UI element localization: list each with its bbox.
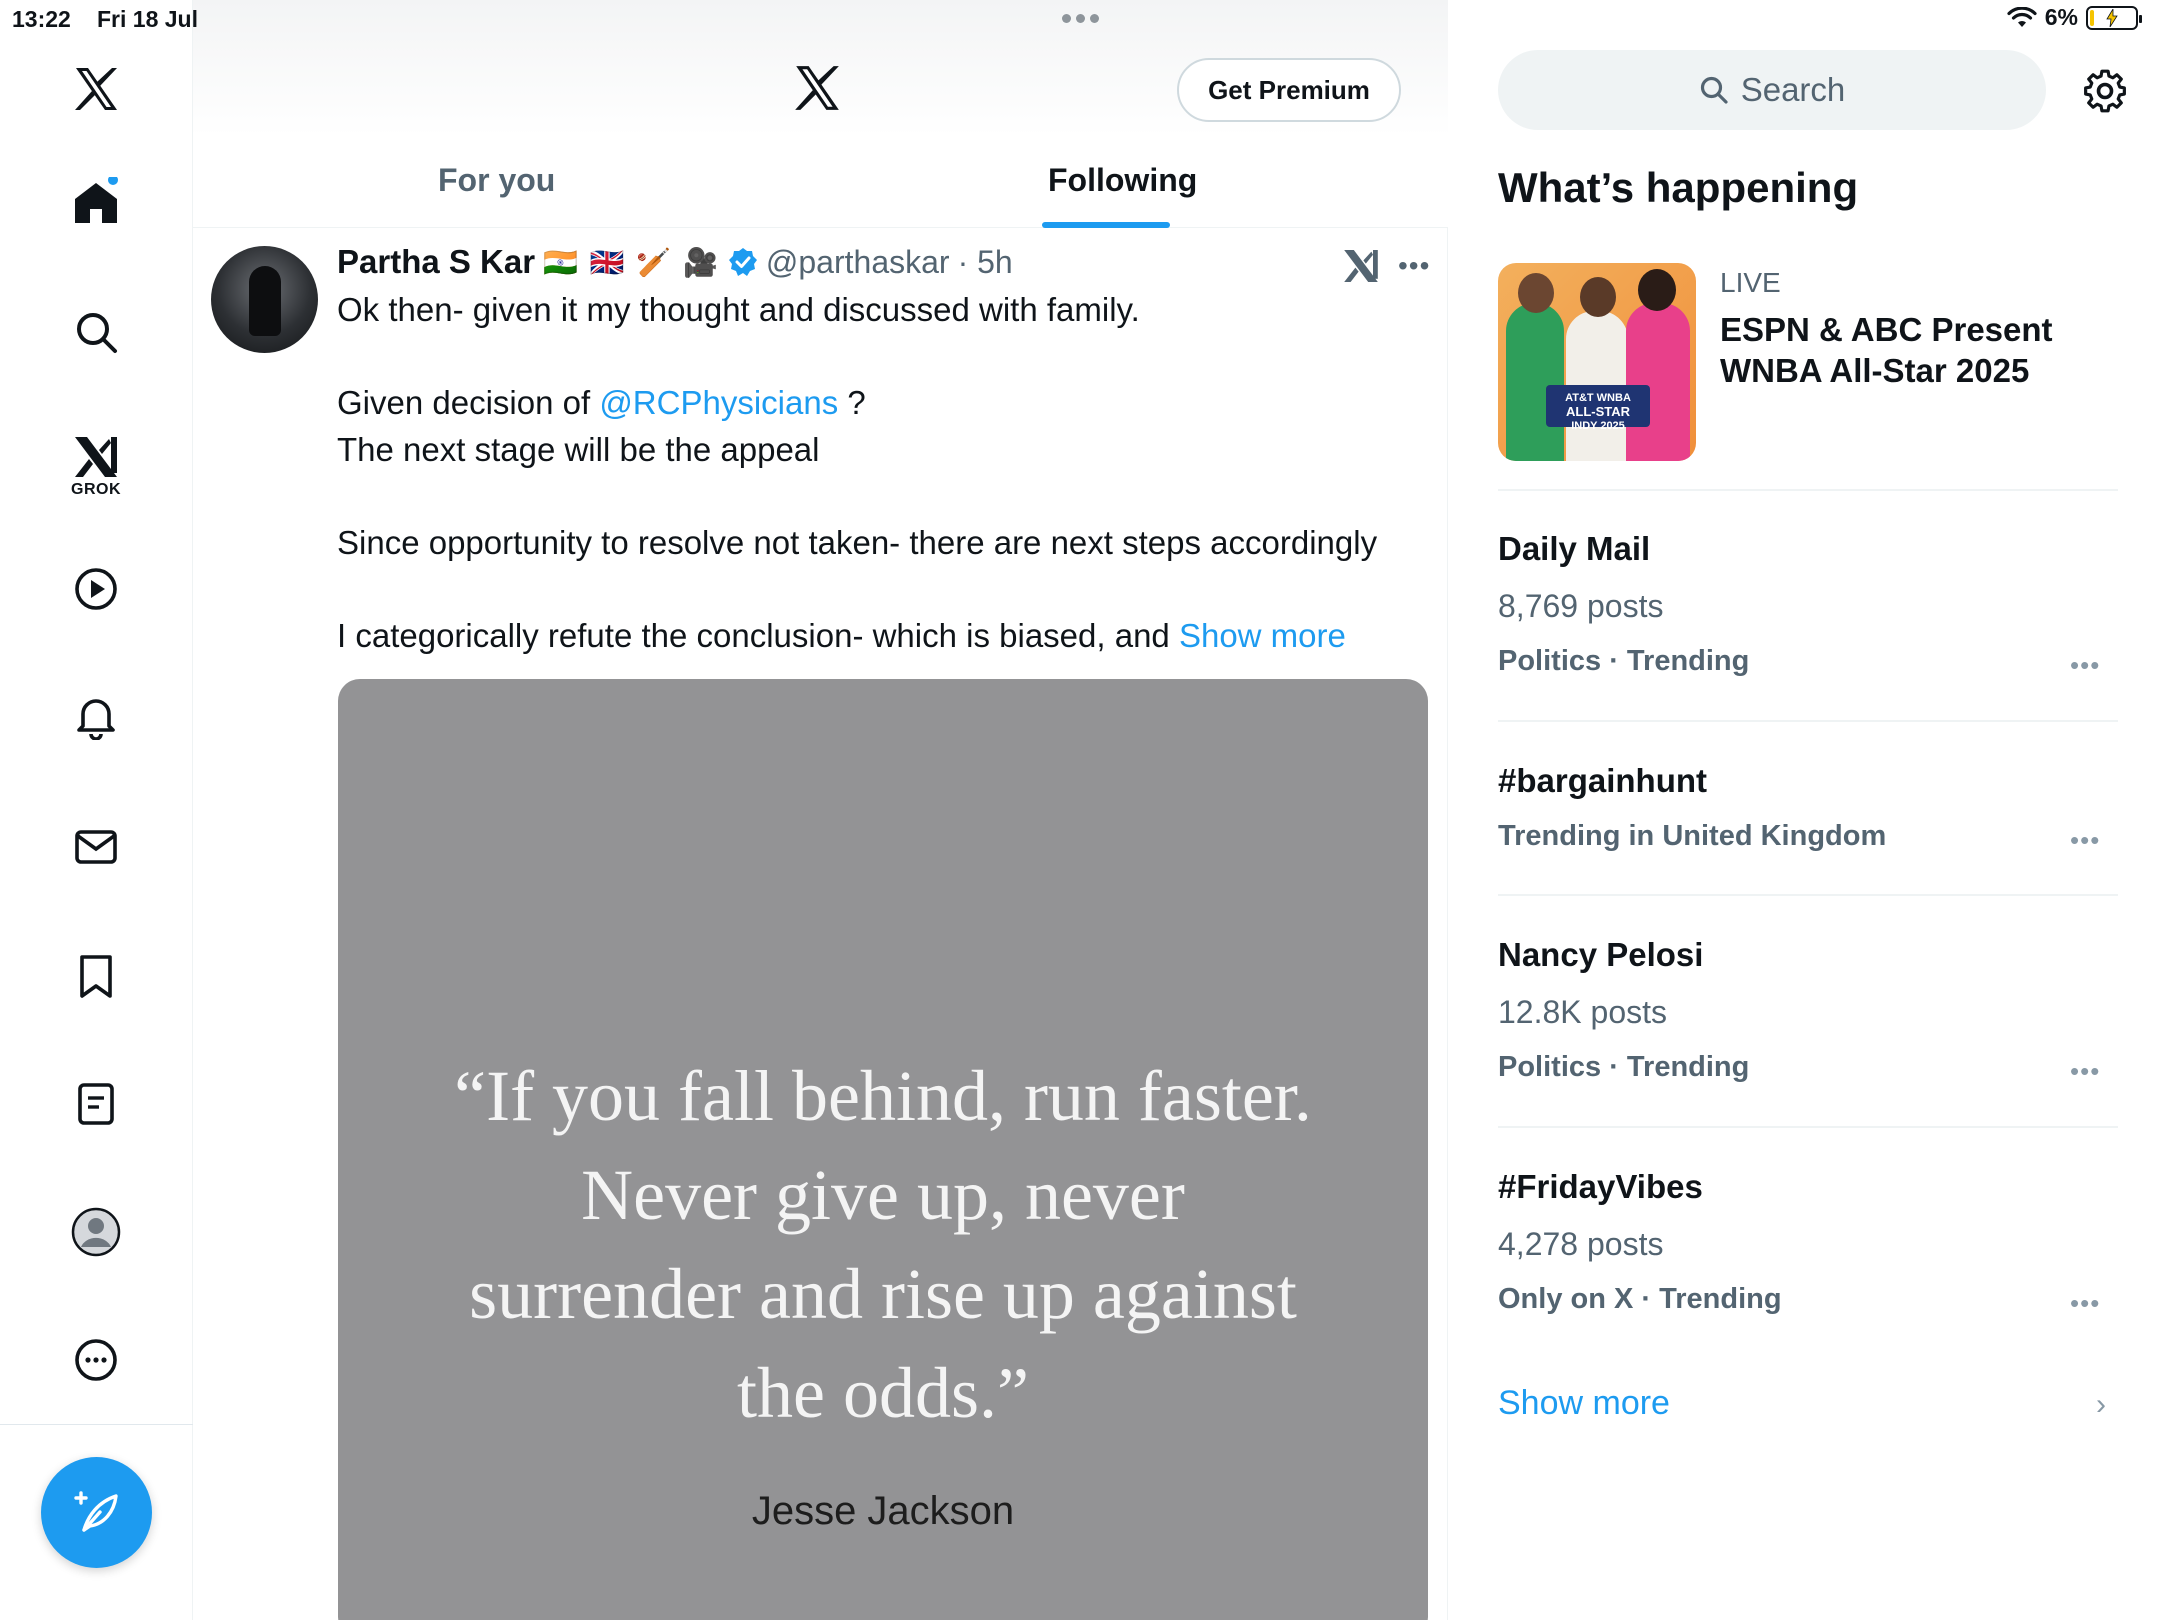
allstar-logo: AT&T WNBA ALL-STAR INDY 2025 (1546, 385, 1650, 432)
nav-divider (0, 1424, 193, 1425)
get-premium-button[interactable]: Get Premium (1177, 58, 1401, 122)
x-logo-icon[interactable] (791, 62, 843, 114)
post-image[interactable]: “If you fall behind, run faster. Never g… (338, 679, 1428, 1620)
trend-category: Politics · Trending (1498, 1051, 1750, 1083)
play-icon[interactable] (71, 564, 121, 614)
post-line: I categorically refute the conclusion- w… (337, 617, 1346, 654)
timeline-column: Get Premium For you Following Partha S K… (193, 0, 1448, 1620)
status-indicators: 6% (2007, 4, 2142, 31)
search-placeholder: Search (1740, 71, 1846, 108)
grok-label: GROK (71, 481, 121, 498)
search-icon[interactable] (71, 307, 121, 357)
trend-title[interactable]: Daily Mail (1498, 530, 1650, 568)
trend-count: 12.8K posts (1498, 994, 1667, 1030)
trend-title[interactable]: #bargainhunt (1498, 762, 1707, 800)
more-circle-icon[interactable] (71, 1335, 121, 1385)
post-line: Given decision of @RCPhysicians ? (337, 384, 866, 421)
status-bar: 13:22 Fri 18 Jul 6% (0, 0, 2160, 40)
post-author-emojis: 🇮🇳 🇬🇧 🏏 🎥 (543, 246, 720, 278)
profile-icon[interactable] (71, 1207, 121, 1257)
wifi-icon (2007, 6, 2037, 27)
quote-author: Jesse Jackson (751, 1489, 1015, 1533)
post-more-icon[interactable]: ••• (1398, 250, 1430, 282)
live-event-thumbnail: AT&T WNBA ALL-STAR INDY 2025 (1498, 263, 1696, 461)
trend-category: Politics · Trending (1498, 645, 1750, 677)
post[interactable]: Partha S Kar 🇮🇳 🇬🇧 🏏 🎥 @parthaskar · 5h … (193, 228, 1448, 1620)
trend-count: 8,769 posts (1498, 588, 1664, 624)
divider (1498, 894, 2118, 896)
divider (1498, 1126, 2118, 1128)
mail-icon[interactable] (71, 822, 121, 872)
right-sidebar: Search What’s happening AT&T WNBA ALL-ST… (1448, 0, 2160, 1620)
live-label: LIVE (1720, 267, 1781, 298)
divider (1498, 489, 2118, 491)
trends-show-more-link[interactable]: Show more (1498, 1384, 1670, 1423)
tab-following[interactable]: Following (1048, 162, 1197, 199)
divider (1498, 720, 2118, 722)
live-event-card[interactable]: AT&T WNBA ALL-STAR INDY 2025 LIVE ESPN &… (1498, 263, 2118, 489)
post-line: Since opportunity to resolve not taken- … (337, 524, 1378, 561)
trend-more-icon[interactable]: ••• (2070, 825, 2100, 856)
multitasking-dots-icon[interactable] (1062, 10, 1108, 23)
post-timestamp[interactable]: · 5h (958, 244, 1013, 281)
post-header: Partha S Kar 🇮🇳 🇬🇧 🏏 🎥 @parthaskar · 5h (337, 240, 1013, 284)
compose-button[interactable] (41, 1457, 152, 1568)
trend-title[interactable]: Nancy Pelosi (1498, 936, 1703, 974)
grok-icon[interactable] (1341, 246, 1381, 286)
avatar[interactable] (211, 246, 318, 353)
grok-icon[interactable]: GROK (66, 428, 126, 504)
bookmark-icon[interactable] (71, 951, 121, 1001)
post-text: Ok then- given it my thought and discuss… (337, 286, 1427, 659)
status-date: Fri 18 Jul (97, 6, 198, 32)
live-event-title[interactable]: ESPN & ABC Present WNBA All-Star 2025 (1720, 309, 2120, 391)
chevron-right-icon[interactable]: › (2096, 1388, 2106, 1422)
trend-title[interactable]: #FridayVibes (1498, 1168, 1703, 1206)
mention-link[interactable]: @RCPhysicians (599, 384, 838, 421)
trend-more-icon[interactable]: ••• (2070, 1056, 2100, 1087)
compose-icon (73, 1490, 118, 1532)
trend-count: 4,278 posts (1498, 1226, 1664, 1262)
x-logo-icon[interactable] (71, 64, 121, 114)
battery-icon (2086, 5, 2142, 30)
battery-percent: 6% (2044, 4, 2078, 30)
search-icon (1700, 76, 1728, 104)
post-author-name[interactable]: Partha S Kar (337, 243, 535, 281)
trend-category: Only on X · Trending (1498, 1283, 1782, 1315)
post-line: The next stage will be the appeal (337, 431, 820, 468)
home-badge (108, 177, 118, 185)
tab-for-you[interactable]: For you (438, 162, 555, 199)
post-line: Ok then- given it my thought and discuss… (337, 291, 1140, 328)
post-author-handle[interactable]: @parthaskar (766, 244, 950, 281)
trend-more-icon[interactable]: ••• (2070, 1288, 2100, 1319)
status-time: 13:22 (12, 6, 71, 32)
gear-icon[interactable] (2082, 68, 2128, 114)
verified-badge-icon (728, 248, 757, 276)
left-navigation: GROK (0, 0, 193, 1620)
list-icon[interactable] (71, 1079, 121, 1129)
trend-more-icon[interactable]: ••• (2070, 650, 2100, 681)
trend-category: Trending in United Kingdom (1498, 820, 1887, 852)
home-icon[interactable] (71, 177, 121, 227)
search-input[interactable]: Search (1498, 50, 2046, 130)
quote-text: “If you fall behind, run faster. Never g… (454, 1056, 1312, 1433)
show-more-link[interactable]: Show more (1179, 617, 1346, 654)
whats-happening-title: What’s happening (1498, 164, 1859, 211)
bell-icon[interactable] (71, 692, 121, 742)
